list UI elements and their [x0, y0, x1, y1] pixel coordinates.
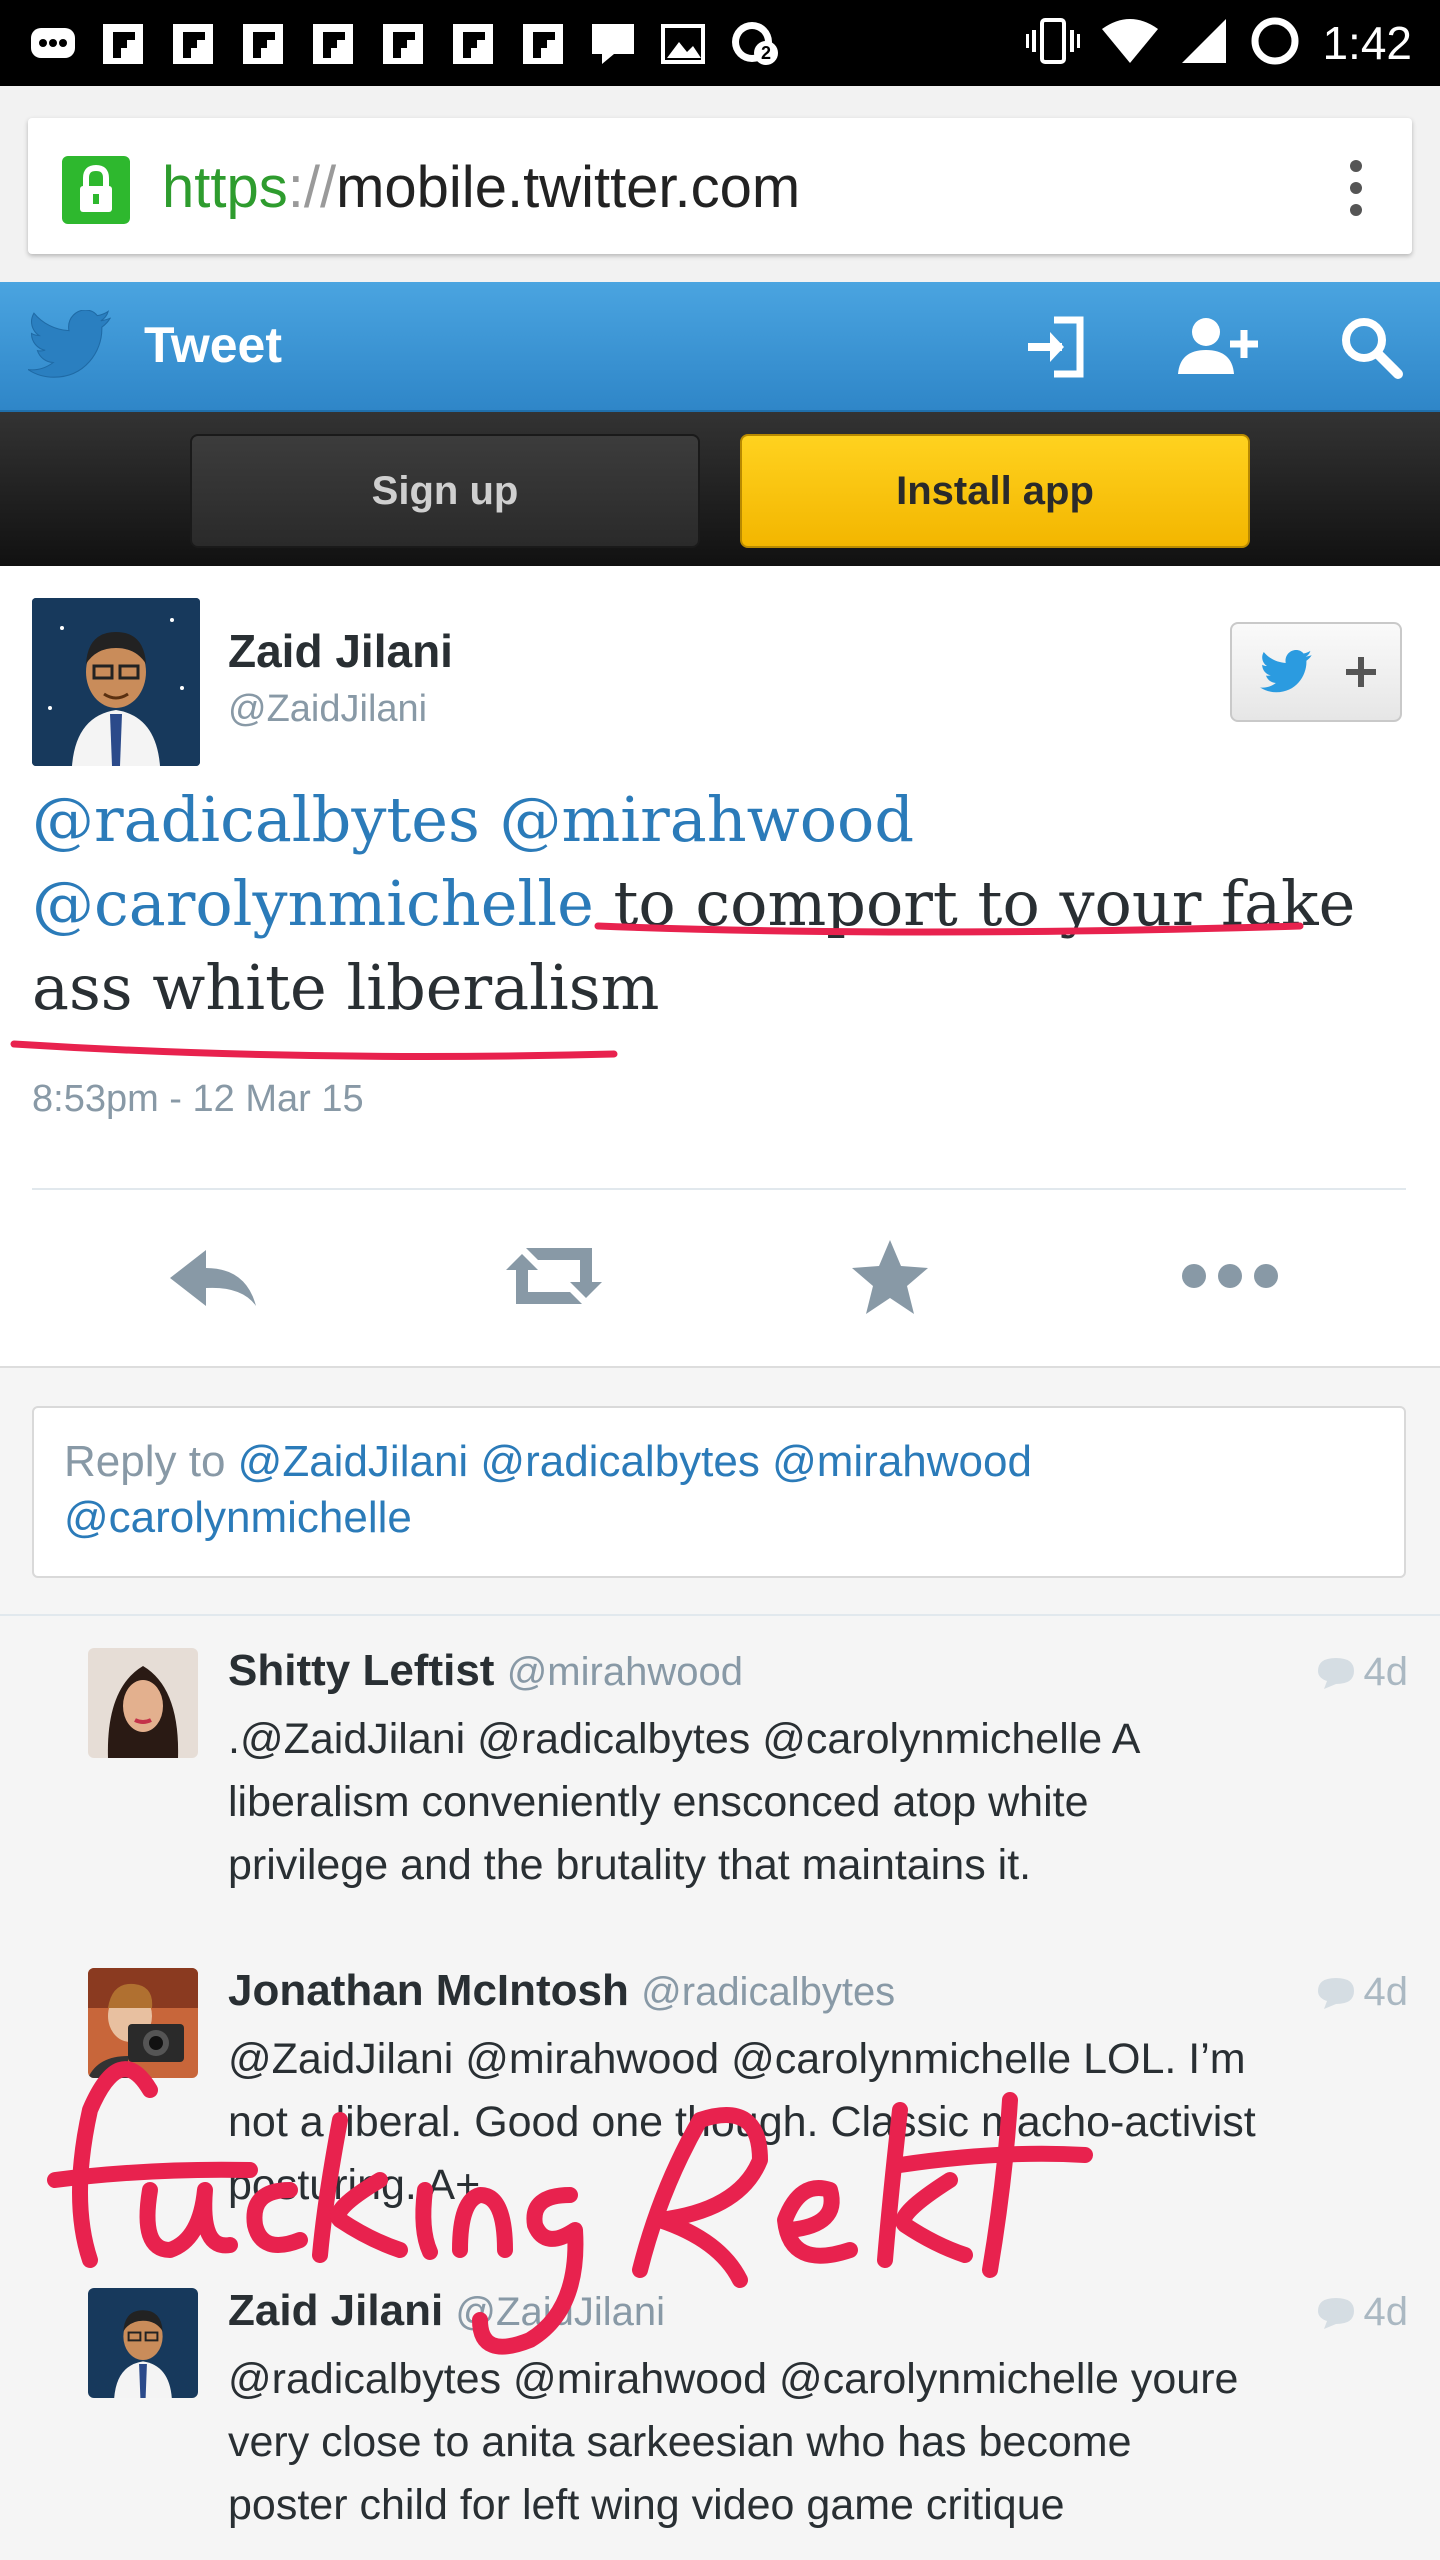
reply-placeholder: Reply to @ZaidJilani @radicalbytes @mira… [64, 1434, 1364, 1546]
reply-age: 4d [1316, 1970, 1409, 2015]
bird-logo-icon[interactable] [27, 309, 112, 385]
reply-author-name: Shitty Leftist [228, 1646, 495, 1695]
reply-age-text: 4d [1363, 1970, 1409, 2014]
reply-age-text: 4d [1363, 2290, 1409, 2334]
clock: 1:42 [1322, 17, 1412, 69]
wifi-icon [1100, 17, 1160, 70]
more-icon[interactable] [1170, 1216, 1290, 1336]
search-icon[interactable] [1332, 308, 1410, 386]
list-item[interactable]: Zaid Jilani @ZaidJilani 4d @radicalbytes… [0, 2256, 1440, 2560]
reply-text-line: .@ZaidJilani @radicalbytes @carolynmiche… [228, 1715, 1141, 1763]
flipboard-icon [448, 19, 498, 69]
chat-bubble-dots-icon [28, 19, 78, 69]
reply-author-name: Jonathan McIntosh [228, 1966, 629, 2015]
url-separator: :// [287, 155, 337, 220]
reply-mentions: @carolynmichelle [64, 1493, 412, 1542]
reply-author[interactable]: Zaid Jilani @ZaidJilani [228, 2286, 665, 2336]
status-bar: 2 1:42 [0, 0, 1440, 86]
page-title: Tweet [144, 317, 282, 373]
retweet-icon[interactable] [494, 1216, 614, 1336]
reply-text: .@ZaidJilani @radicalbytes @carolynmiche… [228, 1708, 1418, 1897]
install-app-button[interactable]: Install app [740, 434, 1250, 548]
avatar[interactable] [88, 1648, 198, 1758]
flipboard-icon [168, 19, 218, 69]
message-icon [588, 19, 638, 69]
sign-up-button[interactable]: Sign up [190, 434, 700, 548]
reply-text-line: posturing. A+ [228, 2161, 481, 2209]
reply-age-text: 4d [1363, 1650, 1409, 1694]
divider [32, 1188, 1406, 1190]
reply-mentions: @ZaidJilani @radicalbytes @mirahwood [237, 1437, 1032, 1486]
sync-icon [1248, 14, 1302, 73]
lock-icon [62, 156, 130, 224]
reply-text: @ZaidJilani @mirahwood @carolynmichelle … [228, 2028, 1418, 2217]
reply-age: 4d [1316, 2290, 1409, 2335]
flipboard-icon [238, 19, 288, 69]
signup-bar: Sign up Install app [0, 412, 1440, 566]
twitter-header: Tweet [0, 282, 1440, 412]
url-host: mobile.twitter.com [336, 155, 801, 220]
url-text[interactable]: https://mobile.twitter.com [162, 152, 800, 224]
whatsapp-icon: 2 [728, 19, 778, 69]
reply-age: 4d [1316, 1650, 1409, 1695]
reply-icon[interactable] [152, 1216, 272, 1336]
reply-text: @radicalbytes @mirahwood @carolynmichell… [228, 2348, 1418, 2537]
flipboard-icon [98, 19, 148, 69]
vibrate-icon [1026, 16, 1081, 71]
reply-prefix: Reply to [64, 1437, 226, 1486]
comment-icon [1317, 1657, 1354, 1689]
url-scheme: https [162, 155, 288, 220]
image-icon [658, 19, 708, 69]
add-user-icon[interactable] [1172, 308, 1268, 386]
reply-text-line: liberalism conveniently ensconced atop w… [228, 1778, 1089, 1826]
tweet-card: Zaid Jilani @ZaidJilani @radicalbytes @m… [0, 566, 1440, 1368]
flipboard-icon [378, 19, 428, 69]
reply-author[interactable]: Shitty Leftist @mirahwood [228, 1646, 743, 1696]
reply-text-line: very close to anita sarkeesian who has b… [228, 2418, 1132, 2466]
flipboard-icon [518, 19, 568, 69]
overflow-menu-icon[interactable] [1348, 160, 1364, 220]
avatar[interactable] [88, 1968, 198, 2078]
reply-author[interactable]: Jonathan McIntosh @radicalbytes [228, 1966, 895, 2016]
comment-icon [1317, 1977, 1354, 2009]
cell-signal-icon [1180, 17, 1228, 70]
avatar[interactable] [88, 2288, 198, 2398]
reply-author-handle: @mirahwood [506, 1650, 743, 1694]
comment-icon [1317, 2297, 1354, 2329]
favorite-icon[interactable] [830, 1216, 950, 1336]
reply-text-line: @radicalbytes @mirahwood @carolynmichell… [228, 2355, 1239, 2403]
sign-in-icon[interactable] [1018, 308, 1096, 386]
reply-author-handle: @radicalbytes [641, 1970, 896, 2014]
flipboard-icon [308, 19, 358, 69]
list-item[interactable]: Shitty Leftist @mirahwood 4d .@ZaidJilan… [0, 1616, 1440, 1938]
reply-input[interactable]: Reply to @ZaidJilani @radicalbytes @mira… [32, 1406, 1406, 1578]
notification-badge: 2 [754, 41, 778, 65]
reply-text-line: not a liberal. Good one though. Classic … [228, 2098, 1256, 2146]
reply-author-name: Zaid Jilani [228, 2286, 444, 2335]
tweet-timestamp[interactable]: 8:53pm - 12 Mar 15 [32, 1078, 364, 1121]
system-icons: 1:42 [1026, 14, 1412, 72]
address-bar[interactable]: https://mobile.twitter.com [28, 118, 1412, 254]
reply-text-line: poster child for left wing video game cr… [228, 2481, 1065, 2529]
reply-author-handle: @ZaidJilani [455, 2290, 665, 2334]
reply-text-line: @ZaidJilani @mirahwood @carolynmichelle … [228, 2035, 1246, 2083]
notification-icons: 2 [28, 18, 778, 70]
list-item[interactable]: Jonathan McIntosh @radicalbytes 4d @Zaid… [0, 1936, 1440, 2258]
reply-text-line: privilege and the brutality that maintai… [228, 1841, 1032, 1889]
